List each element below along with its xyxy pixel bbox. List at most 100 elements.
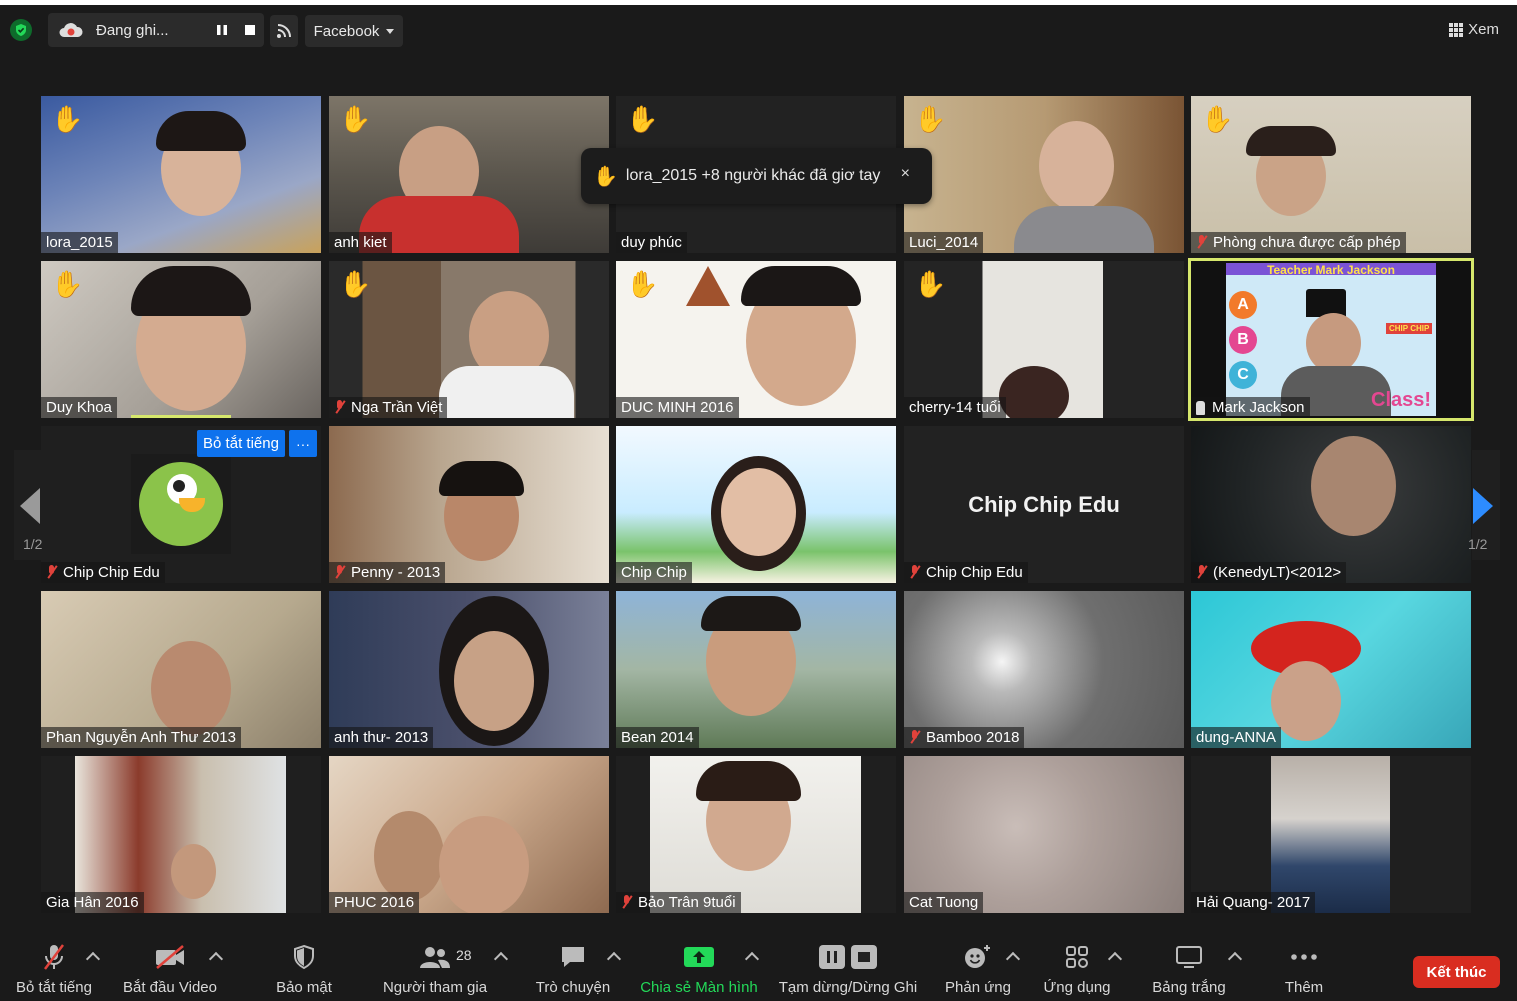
video-tile[interactable]: Gia Hân 2016: [41, 756, 321, 913]
video-tile[interactable]: ✋ Nga Trần Việt: [329, 261, 609, 418]
arrow-right-icon: [1473, 488, 1493, 524]
avatar: [131, 454, 231, 554]
video-tile[interactable]: ✋ cherry-14 tuổi: [904, 261, 1184, 418]
video-tile[interactable]: ✋ DUC MINH 2016: [616, 261, 896, 418]
muted-mic-icon: [909, 730, 920, 745]
cloud-record-icon: [58, 22, 84, 38]
active-speaker-tile[interactable]: Teacher Mark Jackson A B C CHIP CHIP Cla…: [1188, 258, 1474, 421]
close-notification-button[interactable]: ×: [901, 165, 910, 183]
encryption-shield-icon[interactable]: [10, 19, 32, 41]
participant-face: [151, 641, 231, 736]
start-video-button[interactable]: Bắt đầu Video: [118, 937, 222, 996]
whiteboard-button[interactable]: Bảng trắng: [1144, 937, 1234, 996]
participant-name-label: Nga Trần Việt: [329, 397, 448, 418]
video-tile[interactable]: Cat Tuong: [904, 756, 1184, 913]
previous-page-button[interactable]: 1/2: [14, 450, 42, 560]
participant-hair: [1246, 126, 1336, 156]
video-feed: [1271, 756, 1390, 913]
participant-name-label: Phan Nguyễn Anh Thư 2013: [41, 727, 241, 748]
caret-down-icon: [386, 28, 395, 34]
raised-hand-icon: ✋: [626, 104, 659, 134]
chat-button[interactable]: Trò chuyện: [530, 937, 616, 996]
raised-hand-icon: ✋: [339, 269, 372, 299]
share-screen-button[interactable]: Chia sẻ Màn hình: [636, 937, 762, 996]
video-tile[interactable]: Penny - 2013: [329, 426, 609, 583]
letter-c-badge: C: [1229, 361, 1257, 389]
participants-button[interactable]: 28 Người tham gia: [376, 937, 494, 996]
raised-hand-icon: ✋: [914, 269, 947, 299]
unmute-participant-button[interactable]: Bỏ tắt tiếng: [197, 430, 285, 457]
video-tile[interactable]: Chip Chip: [616, 426, 896, 583]
participant-face: [1306, 313, 1361, 373]
stream-target-dropdown[interactable]: Facebook: [305, 15, 403, 47]
participant-face: [1271, 661, 1341, 741]
pause-stop-recording-label: Tạm dừng/Dừng Ghi: [778, 979, 918, 996]
host-icon: [1196, 400, 1205, 415]
video-tile[interactable]: ✋ Phòng chưa được cấp phép: [1191, 96, 1471, 253]
grid-view-icon: [1449, 22, 1464, 37]
apps-icon: [1036, 937, 1118, 977]
security-button[interactable]: Bảo mật: [268, 937, 340, 996]
pause-stop-icon: [774, 937, 922, 977]
reactions-button[interactable]: Phản ứng: [940, 937, 1016, 996]
participant-name-label: Hải Quang- 2017: [1191, 892, 1316, 913]
raised-hand-icon: ✋: [593, 165, 618, 188]
chipchip-logo: CHIP CHIP: [1386, 323, 1433, 334]
more-dots-icon: [1274, 937, 1334, 977]
video-tile[interactable]: dung-ANNA: [1191, 591, 1471, 748]
start-video-label: Bắt đầu Video: [123, 979, 217, 996]
next-page-button[interactable]: 1/2: [1468, 450, 1500, 560]
raised-hand-icon: ✋: [626, 269, 659, 299]
participant-name-label: dung-ANNA: [1191, 727, 1282, 748]
unmute-button[interactable]: Bỏ tắt tiếng: [8, 937, 100, 996]
more-label: Thêm: [1284, 979, 1324, 996]
video-tile[interactable]: Bamboo 2018: [904, 591, 1184, 748]
video-tile[interactable]: ✋ anh kiet: [329, 96, 609, 253]
stop-recording-button[interactable]: [238, 18, 262, 42]
participant-name-label: DUC MINH 2016: [616, 397, 739, 418]
video-tile[interactable]: ✋ Duy Khoa: [41, 261, 321, 418]
participant-name-label: Bamboo 2018: [904, 727, 1025, 748]
participant-face: [171, 844, 216, 899]
pause-recording-button[interactable]: [210, 18, 234, 42]
video-tile[interactable]: Bean 2014: [616, 591, 896, 748]
reactions-label: Phản ứng: [945, 979, 1011, 996]
participant-hair: [741, 266, 861, 306]
participant-more-button[interactable]: ···: [289, 430, 317, 457]
participant-name-label: Bảo Trân 9tuổi: [616, 892, 741, 913]
participant-hair: [696, 761, 801, 801]
participant-shirt: [439, 366, 574, 418]
video-tile[interactable]: ✋ lora_2015: [41, 96, 321, 253]
more-button[interactable]: Thêm: [1274, 937, 1334, 996]
notification-text: lora_2015 +8 người khác đã giơ tay: [625, 167, 881, 184]
participant-name-label: Penny - 2013: [329, 562, 446, 583]
video-tile[interactable]: ✋ Luci_2014: [904, 96, 1184, 253]
volcano-sticker: [686, 266, 730, 306]
page-indicator-right: 1/2: [1468, 536, 1488, 552]
livestream-icon[interactable]: [270, 15, 298, 47]
participants-options-chevron-icon[interactable]: [493, 951, 509, 967]
video-tile[interactable]: (KenedyLT)<2012>: [1191, 426, 1471, 583]
participants-count: 28: [456, 947, 472, 963]
view-label: Xem: [1468, 21, 1499, 38]
unmute-label: Bỏ tắt tiếng: [16, 979, 92, 996]
video-tile[interactable]: Phan Nguyễn Anh Thư 2013: [41, 591, 321, 748]
speaking-indicator: [131, 415, 231, 418]
pause-stop-recording-button[interactable]: Tạm dừng/Dừng Ghi: [774, 937, 922, 996]
apps-button[interactable]: Ứng dụng: [1036, 937, 1118, 996]
view-button[interactable]: Xem: [1449, 21, 1499, 38]
video-tile[interactable]: Bảo Trân 9tuổi: [616, 756, 896, 913]
video-tile[interactable]: PHUC 2016: [329, 756, 609, 913]
video-tile[interactable]: anh thư- 2013: [329, 591, 609, 748]
chat-label: Trò chuyện: [535, 979, 611, 996]
participant-name-label: Phòng chưa được cấp phép: [1191, 232, 1406, 253]
participant-name-label: Bean 2014: [616, 727, 699, 748]
overlay-text: Class!: [1371, 389, 1432, 411]
end-meeting-button[interactable]: Kết thúc: [1413, 956, 1500, 988]
video-tile[interactable]: Hải Quang- 2017: [1191, 756, 1471, 913]
video-tile[interactable]: Chip Chip Edu Chip Chip Edu: [904, 426, 1184, 583]
participant-face: [439, 816, 529, 913]
video-feed: [904, 591, 1184, 748]
security-shield-icon: [268, 937, 340, 977]
raised-hand-icon: ✋: [914, 104, 947, 134]
